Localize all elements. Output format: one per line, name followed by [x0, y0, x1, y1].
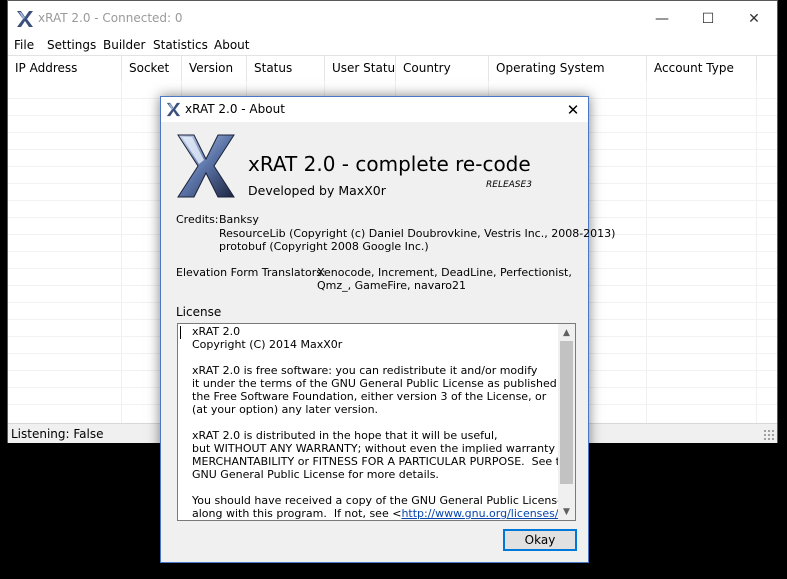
menu-file[interactable]: File	[10, 37, 38, 55]
close-button[interactable]: ✕	[731, 1, 777, 37]
column-version[interactable]: Version	[182, 56, 247, 81]
column-account-type[interactable]: Account Type	[647, 56, 757, 81]
dialog-title: xRAT 2.0 - About	[185, 102, 285, 116]
column-country[interactable]: Country	[396, 56, 489, 81]
scroll-up-icon[interactable]: ▲	[558, 324, 575, 341]
menu-statistics[interactable]: Statistics	[149, 37, 212, 55]
license-text: xRAT 2.0 Copyright (C) 2014 MaxX0r xRAT …	[192, 325, 574, 520]
release-tag: RELEASE3	[486, 180, 532, 190]
credit-item: protobuf (Copyright 2008 Google Inc.)	[219, 240, 429, 253]
minimize-button[interactable]: —	[639, 1, 685, 37]
translators-label: Elevation Form Translators:	[176, 266, 326, 279]
dialog-headline: xRAT 2.0 - complete re-code	[248, 152, 531, 176]
menu-builder[interactable]: Builder	[99, 37, 149, 55]
license-label: License	[176, 305, 222, 319]
menu-settings[interactable]: Settings	[43, 37, 100, 55]
credits-label: Credits:	[176, 213, 219, 226]
translators-list: Qmz_, GameFire, navaro21	[317, 279, 466, 292]
maximize-button[interactable]: ☐	[685, 1, 731, 37]
about-dialog: xRAT 2.0 - About ✕ xRAT 2.0 - complete r…	[160, 96, 615, 563]
dialog-close-button[interactable]: ✕	[558, 97, 588, 122]
title-bar[interactable]: xRAT 2.0 - Connected: 0 — ☐ ✕	[8, 1, 777, 37]
dialog-title-bar[interactable]: xRAT 2.0 - About ✕	[161, 97, 588, 122]
license-body: xRAT 2.0 Copyright (C) 2014 MaxX0r xRAT …	[192, 325, 574, 520]
xrat-logo-icon	[17, 11, 33, 27]
developer-text: Developed by MaxX0r	[248, 183, 386, 198]
credit-item: Banksy	[219, 213, 259, 226]
text-caret	[180, 326, 181, 339]
xrat-large-logo-icon	[177, 134, 235, 198]
credit-item: ResourceLib (Copyright (c) Daniel Doubro…	[219, 227, 616, 240]
column-socket[interactable]: Socket	[122, 56, 182, 81]
scroll-thumb[interactable]	[560, 341, 573, 484]
license-scrollbar[interactable]: ▲ ▼	[558, 324, 575, 520]
listening-status: Listening: False	[11, 427, 104, 441]
column-operating-system[interactable]: Operating System	[489, 56, 647, 81]
column-user-status[interactable]: User Status	[325, 56, 396, 81]
translators-list: Xenocode, Increment, DeadLine, Perfectio…	[317, 266, 572, 279]
okay-button[interactable]: Okay	[503, 529, 577, 551]
scroll-down-icon[interactable]: ▼	[558, 503, 575, 520]
xrat-logo-icon	[166, 102, 181, 117]
resize-grip-icon[interactable]	[763, 429, 775, 441]
window-title: xRAT 2.0 - Connected: 0	[38, 11, 183, 25]
license-link[interactable]: http://www.gnu.org/licenses/	[401, 507, 558, 520]
column-ip-address[interactable]: IP Address	[8, 56, 122, 81]
license-textbox[interactable]: xRAT 2.0 Copyright (C) 2014 MaxX0r xRAT …	[177, 323, 576, 521]
menu-bar: File Settings Builder Statistics About	[8, 37, 777, 55]
menu-about[interactable]: About	[210, 37, 253, 55]
column-status[interactable]: Status	[247, 56, 325, 81]
